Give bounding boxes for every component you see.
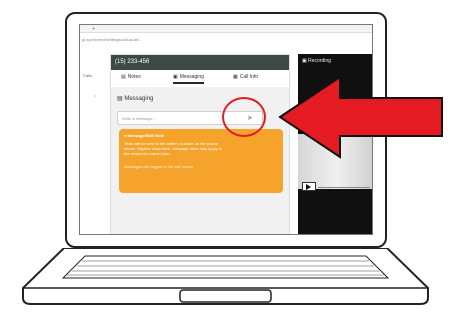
sidebar-item-bullet: •: [94, 93, 96, 98]
red-arrow-icon: [278, 75, 443, 159]
sidebar-item-calls[interactable]: Calls: [83, 73, 92, 78]
laptop-base: [22, 248, 429, 305]
caller-number: (15) 233-456: [115, 59, 150, 65]
left-sidebar: Calls •: [80, 55, 108, 234]
video-icon: ▣: [302, 58, 307, 64]
info-circle-icon: ●: [124, 133, 127, 138]
sms-notice-card: ● Message/SMS Note Texts will be sent to…: [119, 129, 283, 193]
info-icon: ▦: [233, 74, 238, 80]
tab-messaging[interactable]: ▣ Messaging: [173, 74, 204, 84]
messaging-icon: ▤: [117, 96, 123, 102]
notes-icon: ▤: [121, 74, 126, 80]
video-timeline[interactable]: [318, 187, 370, 188]
tab-notes[interactable]: ▤ Notes: [121, 74, 141, 80]
browser-tab-strip: +: [80, 25, 372, 33]
play-icon: [306, 184, 311, 190]
tab-call-info[interactable]: ▦ Call Info: [233, 74, 258, 80]
call-panel: (15) 233-456 ▤ Notes ▣ Messaging ▦ Call …: [110, 54, 290, 234]
video-title: ▣ Recording: [302, 58, 331, 64]
messaging-title: ▤ Messaging: [117, 96, 154, 102]
call-panel-tabs: ▤ Notes ▣ Messaging ▦ Call Info: [111, 70, 289, 87]
new-tab-button[interactable]: +: [92, 26, 95, 32]
address-bar[interactable]: gl.xyz/home#/settings/call-audit/...: [82, 37, 142, 42]
call-panel-header: (15) 233-456: [111, 55, 289, 70]
message-icon: ▣: [173, 74, 178, 80]
notice-line-3: the recipient’s carrier plan.: [124, 151, 171, 156]
notice-footnote: Messages are logged in the call record.: [124, 164, 194, 169]
highlight-circle: [222, 97, 266, 137]
